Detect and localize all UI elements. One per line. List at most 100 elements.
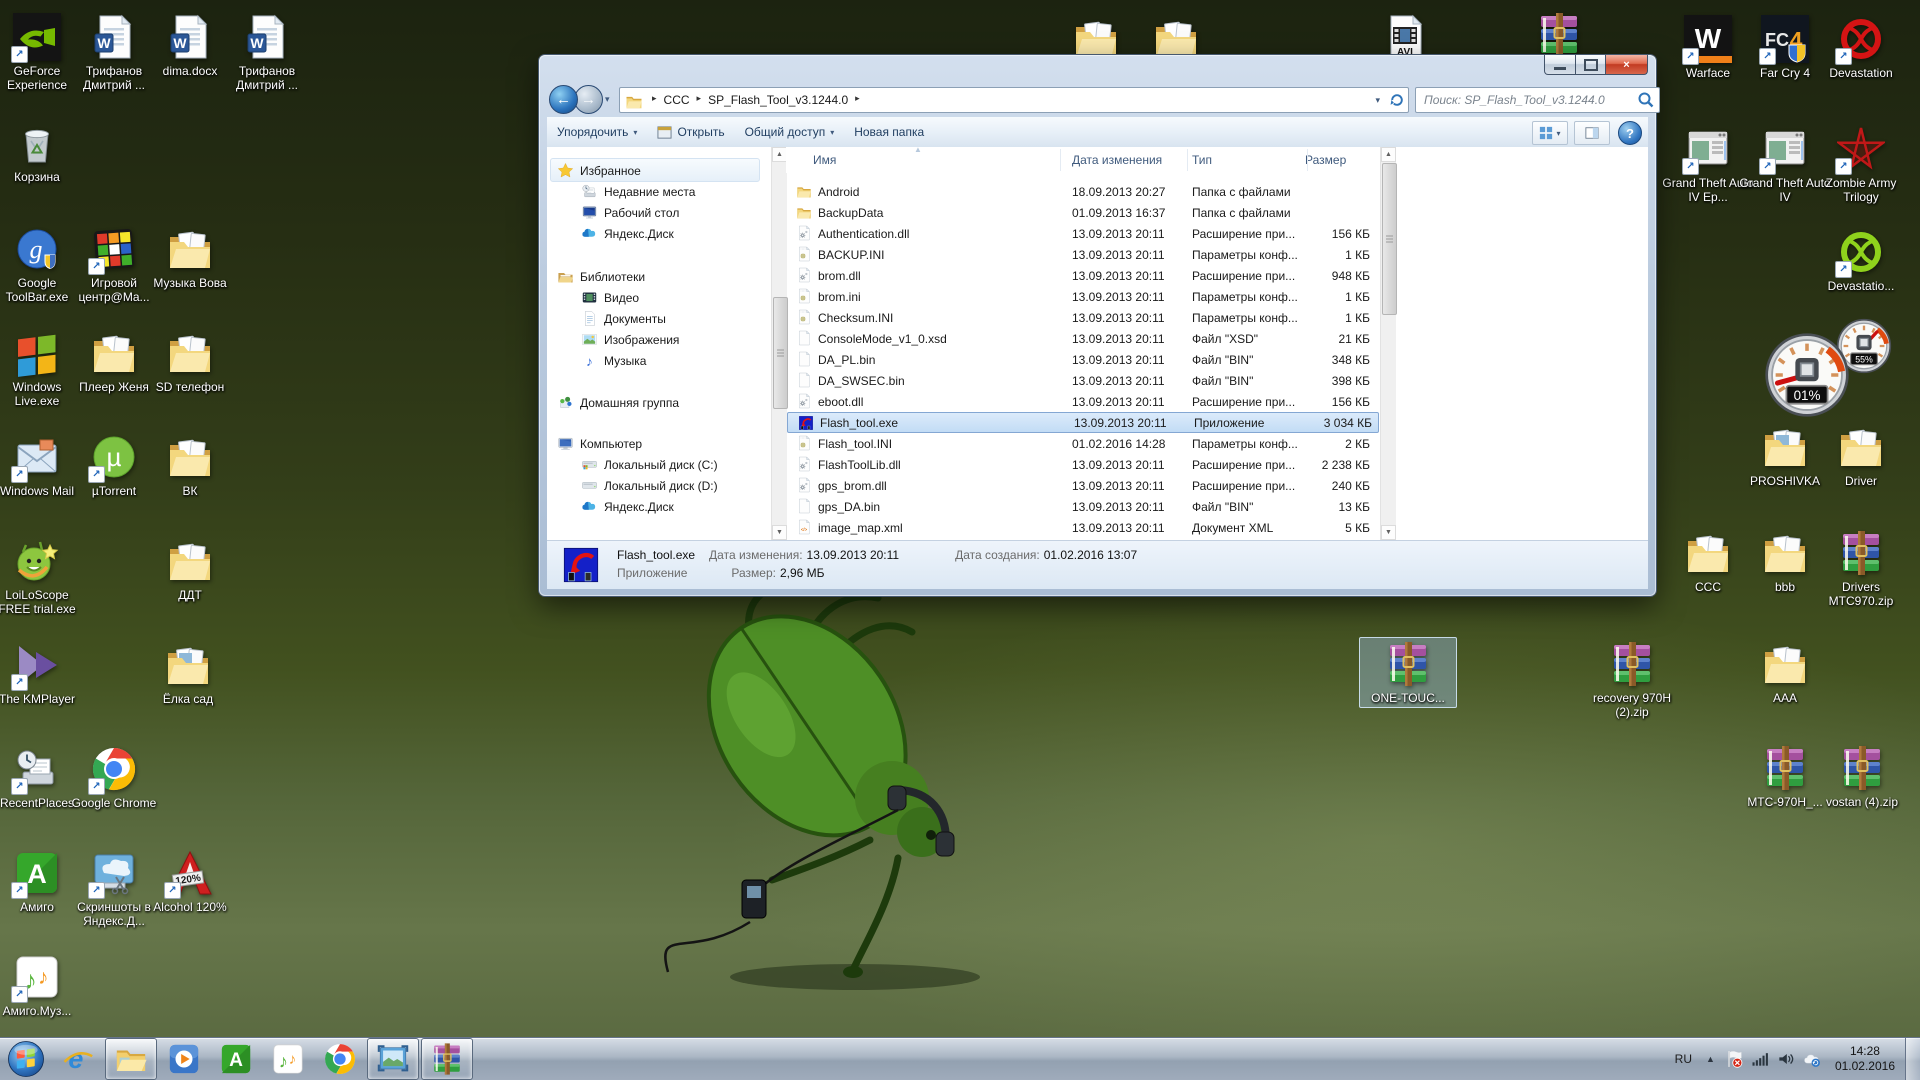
desktop-icon-вк[interactable]: ВК — [141, 430, 239, 501]
sidebar-item-изображения[interactable]: Изображения — [581, 329, 679, 350]
taskbar-chrome-button[interactable] — [315, 1039, 365, 1079]
desktop-icon-devastatio[interactable]: ↗Devastatio... — [1812, 225, 1910, 296]
search-input[interactable]: Поиск: SP_Flash_Tool_v3.1244.0 — [1415, 87, 1660, 113]
address-dropdown-icon[interactable]: ▾ — [1369, 95, 1386, 106]
tray-expand-icon[interactable]: ▲ — [1700, 1054, 1721, 1064]
preview-pane-button[interactable] — [1574, 121, 1610, 145]
file-row-brom-dll[interactable]: brom.dll 13.09.2013 20:11 Расширение при… — [786, 265, 1380, 286]
taskbar-explorer-folder-button[interactable] — [105, 1038, 157, 1080]
desktop-icon-aaa[interactable]: AAA — [1736, 637, 1834, 708]
minimize-button[interactable] — [1544, 55, 1576, 75]
desktop-icon-музыка-вова[interactable]: Музыка Вова — [141, 222, 239, 293]
file-row-flash-tool-ini[interactable]: Flash_tool.INI 01.02.2016 14:28 Параметр… — [786, 433, 1380, 454]
desktop-icon-vostan-4-zip[interactable]: vostan (4).zip — [1813, 741, 1911, 812]
column-separator[interactable] — [1187, 149, 1188, 171]
taskbar-media-player-button[interactable] — [159, 1039, 209, 1079]
desktop-icon-ддт[interactable]: ДДТ — [141, 534, 239, 605]
desktop-icon-корзина[interactable]: Корзина — [0, 116, 86, 187]
sidebar-item-музыка[interactable]: ♪Музыка — [581, 350, 646, 371]
scroll-up-icon[interactable]: ▲ — [1381, 147, 1396, 162]
column-header-1[interactable]: Дата изменения — [1072, 153, 1162, 167]
file-row-da-swsec-bin[interactable]: DA_SWSEC.bin 13.09.2013 20:11 Файл "BIN"… — [786, 370, 1380, 391]
file-row-flash-tool-exe[interactable]: Flash_tool.exe 13.09.2013 20:11 Приложен… — [787, 412, 1379, 433]
new-folder-button[interactable]: Новая папка — [844, 121, 934, 143]
sidebar-section-3[interactable]: Компьютер — [557, 433, 642, 454]
sidebar-item-яндекс-диск[interactable]: Яндекс.Диск — [581, 223, 674, 244]
sidebar-scrollbar[interactable]: ▲ ▼ — [771, 147, 787, 540]
sidebar-item-рабочий-стол[interactable]: Рабочий стол — [581, 202, 679, 223]
filelist-scrollbar[interactable]: ▲ ▼ — [1380, 147, 1396, 540]
file-row-brom-ini[interactable]: brom.ini 13.09.2013 20:11 Параметры конф… — [786, 286, 1380, 307]
taskbar-amigo-music-button[interactable]: ♪♪ — [263, 1039, 313, 1079]
scroll-down-icon[interactable]: ▼ — [772, 525, 787, 540]
taskbar-internet-explorer-button[interactable]: e — [53, 1039, 103, 1079]
taskbar-winrar-button[interactable] — [421, 1038, 473, 1080]
file-row-gps-da-bin[interactable]: gps_DA.bin 13.09.2013 20:11 Файл "BIN" 1… — [786, 496, 1380, 517]
file-row-checksum-ini[interactable]: Checksum.INI 13.09.2013 20:11 Параметры … — [786, 307, 1380, 328]
cpu-gauge-widget[interactable]: 01% — [1764, 332, 1850, 418]
sidebar-item-локальный-диск-c[interactable]: Локальный диск (C:) — [581, 454, 718, 475]
history-dropdown-icon[interactable]: ▾ — [605, 94, 610, 105]
help-button[interactable]: ? — [1618, 121, 1642, 145]
file-row-eboot-dll[interactable]: eboot.dll 13.09.2013 20:11 Расширение пр… — [786, 391, 1380, 412]
sidebar-item-локальный-диск-d[interactable]: Локальный диск (D:) — [581, 475, 718, 496]
yandex-cloud-icon[interactable] — [1802, 1049, 1822, 1069]
address-bar[interactable]: ▸CCC▸SP_Flash_Tool_v3.1244.0▸ ▾ — [619, 87, 1409, 113]
desktop-icon-амиго-муз[interactable]: ♪♪↗Амиго.Муз... — [0, 950, 86, 1021]
refresh-icon[interactable] — [1386, 89, 1408, 111]
sidebar-item-видео[interactable]: Видео — [581, 287, 639, 308]
desktop-icon-трифанов-дмитрий[interactable]: WТрифанов Дмитрий ... — [218, 10, 316, 95]
desktop-icon-sd-телефон[interactable]: SD телефон — [141, 326, 239, 397]
sidebar-item-документы[interactable]: Документы — [581, 308, 666, 329]
desktop-icon-loiloscope-free-trial-exe[interactable]: LoiLoScope FREE trial.exe — [0, 534, 86, 619]
taskbar-start-orb[interactable] — [1, 1039, 51, 1079]
organize-button[interactable]: Упорядочить▾ — [547, 121, 647, 143]
language-indicator[interactable]: RU — [1667, 1052, 1700, 1066]
file-row-gps-brom-dll[interactable]: gps_brom.dll 13.09.2013 20:11 Расширение… — [786, 475, 1380, 496]
sidebar-section-2[interactable]: Домашняя группа — [557, 392, 679, 413]
file-row-da-pl-bin[interactable]: DA_PL.bin 13.09.2013 20:11 Файл "BIN" 34… — [786, 349, 1380, 370]
desktop-icon-recovery-970h-2-zip[interactable]: recovery 970H (2).zip — [1583, 637, 1681, 722]
column-separator[interactable] — [1307, 149, 1308, 171]
taskbar-amigo-button[interactable]: A — [211, 1039, 261, 1079]
change-view-button[interactable]: ▾ — [1532, 121, 1568, 145]
column-header-0[interactable]: Имя — [813, 153, 836, 167]
taskbar-screenshot-tool-button[interactable] — [367, 1038, 419, 1080]
desktop-icon-alcohol-120[interactable]: 120%↗Alcohol 120% — [141, 846, 239, 917]
desktop-icon-drivers-mtc970-zip[interactable]: Drivers MTC970.zip — [1812, 526, 1910, 611]
open-button[interactable]: Открыть — [647, 121, 734, 143]
breadcrumb-segment[interactable]: SP_Flash_Tool_v3.1244.0 — [706, 93, 850, 107]
desktop-icon-the-kmplayer[interactable]: ↗The KMPlayer — [0, 638, 86, 709]
file-row-flashtoollib-dll[interactable]: FlashToolLib.dll 13.09.2013 20:11 Расшир… — [786, 454, 1380, 475]
speaker-icon[interactable] — [1776, 1049, 1796, 1069]
file-row-consolemode-v1-0-xsd[interactable]: ConsoleMode_v1_0.xsd 13.09.2013 20:11 Фа… — [786, 328, 1380, 349]
sidebar-section-1[interactable]: Библиотеки — [557, 266, 645, 287]
file-row-android[interactable]: Android 18.09.2013 20:27 Папка с файлами — [786, 181, 1380, 202]
column-header-2[interactable]: Тип — [1192, 153, 1212, 167]
desktop-icon-ёлка-сад[interactable]: Ёлка сад — [139, 638, 237, 709]
forward-button[interactable]: → — [574, 85, 603, 114]
sidebar-item-недавние-места[interactable]: Недавние места — [581, 181, 695, 202]
sidebar-item-яндекс-диск[interactable]: Яндекс.Диск — [581, 496, 674, 517]
share-button[interactable]: Общий доступ▾ — [735, 121, 845, 143]
column-header-3[interactable]: Размер — [1305, 153, 1346, 167]
desktop-icon-winrar[interactable] — [1510, 8, 1608, 62]
file-row-authentication-dll[interactable]: Authentication.dll 13.09.2013 20:11 Расш… — [786, 223, 1380, 244]
maximize-button[interactable] — [1576, 55, 1606, 75]
scroll-down-icon[interactable]: ▼ — [1381, 525, 1396, 540]
desktop-icon-one-touc[interactable]: ONE-TOUC... — [1359, 637, 1457, 708]
search-icon[interactable] — [1636, 90, 1656, 110]
desktop-icon-zombie-army-trilogy[interactable]: ↗Zombie Army Trilogy — [1812, 122, 1910, 207]
network-bars-icon[interactable] — [1750, 1049, 1770, 1069]
file-row-backupdata[interactable]: BackupData 01.09.2013 16:37 Папка с файл… — [786, 202, 1380, 223]
show-desktop-button[interactable] — [1905, 1038, 1920, 1080]
back-button[interactable]: ← — [549, 85, 578, 114]
close-button[interactable]: × — [1606, 55, 1648, 75]
sidebar-section-0[interactable]: Избранное — [557, 160, 641, 181]
desktop-icon-devastation[interactable]: ↗Devastation — [1812, 12, 1910, 83]
scrollbar-thumb[interactable] — [1382, 163, 1397, 315]
scroll-up-icon[interactable]: ▲ — [772, 147, 787, 162]
desktop-icon-driver[interactable]: Driver — [1812, 420, 1910, 491]
desktop-icon-google-chrome[interactable]: ↗Google Chrome — [65, 742, 163, 813]
action-center-flag-icon[interactable] — [1724, 1049, 1744, 1069]
